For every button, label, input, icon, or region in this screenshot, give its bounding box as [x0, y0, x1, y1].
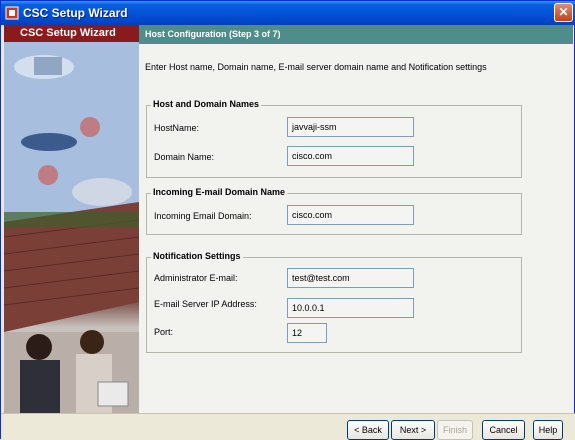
- hostname-label: HostName:: [154, 123, 200, 133]
- next-button[interactable]: Next >: [391, 420, 435, 440]
- close-button[interactable]: ✕: [554, 3, 573, 22]
- sidebar-illustration: [4, 42, 139, 413]
- domain-name-label: Domain Name:: [154, 152, 215, 162]
- admin-email-field[interactable]: test@test.com: [287, 268, 414, 288]
- port-label: Port:: [154, 327, 174, 337]
- incoming-email-group: Incoming E-mail Domain Name Incoming Ema…: [146, 187, 522, 235]
- incoming-domain-field[interactable]: cisco.com: [287, 205, 414, 225]
- notification-group: Notification Settings Administrator E-ma…: [146, 251, 522, 353]
- group-title: Notification Settings: [151, 251, 243, 261]
- button-bar: < Back Next > Finish Cancel Help: [1, 413, 575, 440]
- group-title: Host and Domain Names: [151, 99, 262, 109]
- content-panel: Enter Host name, Domain name, E-mail ser…: [139, 44, 573, 413]
- intro-text: Enter Host name, Domain name, E-mail ser…: [145, 62, 487, 72]
- step-header: Host Configuration (Step 3 of 7): [139, 25, 573, 44]
- host-domain-group: Host and Domain Names HostName: javvaji-…: [146, 99, 522, 178]
- app-icon: [5, 6, 19, 20]
- title-bar: CSC Setup Wizard ✕: [1, 1, 575, 25]
- server-ip-label: E-mail Server IP Address:: [154, 299, 257, 309]
- finish-button[interactable]: Finish: [437, 420, 473, 440]
- domain-name-field[interactable]: cisco.com: [287, 146, 414, 166]
- help-button[interactable]: Help: [533, 420, 563, 440]
- port-field[interactable]: 12: [287, 323, 327, 343]
- cancel-button[interactable]: Cancel: [482, 420, 525, 440]
- hostname-field[interactable]: javvaji-ssm: [287, 117, 414, 137]
- back-button[interactable]: < Back: [347, 420, 389, 440]
- admin-email-label: Administrator E-mail:: [154, 273, 238, 283]
- sidebar-title: CSC Setup Wizard: [4, 25, 139, 42]
- incoming-domain-label: Incoming Email Domain:: [154, 211, 252, 221]
- wizard-window: CSC Setup Wizard ✕ CSC Setup Wizard Host…: [0, 0, 575, 440]
- wizard-sidebar: CSC Setup Wizard: [4, 25, 139, 413]
- server-ip-field[interactable]: 10.0.0.1: [287, 298, 414, 318]
- close-icon: ✕: [558, 5, 569, 19]
- window-title: CSC Setup Wizard: [23, 6, 128, 20]
- group-title: Incoming E-mail Domain Name: [151, 187, 288, 197]
